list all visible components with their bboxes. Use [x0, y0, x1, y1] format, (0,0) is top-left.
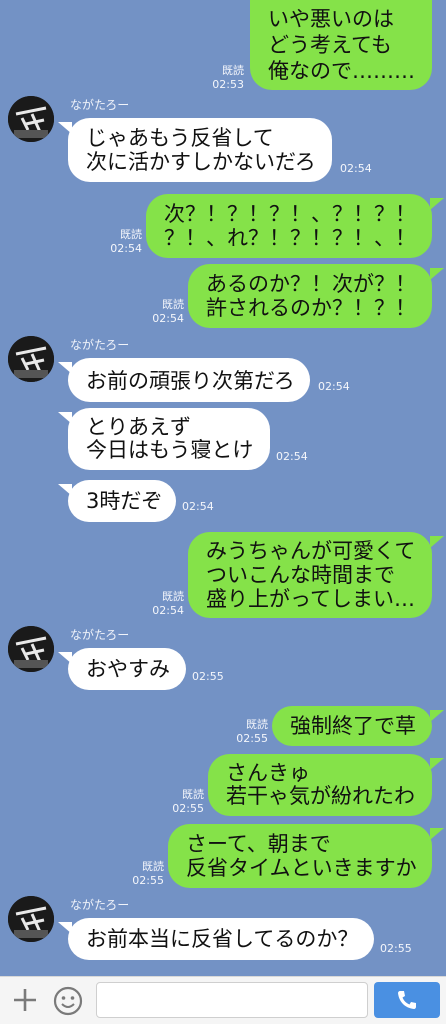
- read-label: 既読: [162, 590, 184, 603]
- message-line: 俺なので………: [268, 59, 415, 83]
- read-label: 既読: [142, 860, 164, 873]
- read-receipt: 既読 02:53: [200, 64, 244, 92]
- avatar-icon: [8, 626, 54, 672]
- read-label: 既読: [182, 788, 204, 801]
- message-line: 3時だぞ: [86, 489, 163, 513]
- message-time: 02:54: [110, 242, 142, 255]
- message-line: 反省タイムといきますか: [186, 856, 417, 880]
- bubble-tail: [430, 758, 444, 770]
- message-time: 02:55: [380, 942, 412, 955]
- message-bubble-mine[interactable]: さんきゅ 若干ゃ気が紛れたわ: [208, 754, 432, 816]
- message-bubble-theirs[interactable]: じゃあもう反省して 次に活かすしかないだろ: [68, 118, 332, 182]
- message-line: どう考えても: [268, 33, 392, 57]
- avatar-icon: [8, 96, 54, 142]
- message-line: お前の頑張り次第だろ: [86, 369, 295, 393]
- message-line: あるのか？！次が？！: [206, 272, 416, 296]
- emoji-icon[interactable]: [52, 985, 84, 1017]
- message-line: 許されるのか？！？！: [206, 296, 416, 320]
- message-bubble-mine[interactable]: あるのか？！次が？！ 許されるのか？！？！: [188, 264, 432, 328]
- message-line: とりあえず: [86, 415, 191, 439]
- sender-name: ながたろー: [70, 898, 130, 912]
- avatar[interactable]: [8, 896, 54, 942]
- message-time: 02:55: [132, 874, 164, 887]
- read-receipt: 既読 02:55: [158, 788, 204, 816]
- message-time: 02:54: [152, 312, 184, 325]
- bubble-tail: [430, 710, 444, 722]
- avatar-icon: [8, 336, 54, 382]
- message-bubble-mine[interactable]: みうちゃんが可愛くて ついこんな時間まで 盛り上がってしまい…: [188, 532, 432, 618]
- message-time: 02:54: [276, 450, 308, 463]
- message-input[interactable]: [96, 982, 368, 1018]
- message-line: 今日はもう寝とけ: [86, 438, 254, 462]
- message-line: 強制終了で草: [290, 714, 416, 738]
- message-bubble-mine[interactable]: 次？！？！？！、？！？！ ？！、れ？！？！？！、！: [146, 194, 432, 258]
- read-receipt: 既読 02:55: [118, 860, 164, 888]
- read-receipt: 既読 02:54: [138, 298, 184, 326]
- sender-name: ながたろー: [70, 338, 130, 352]
- message-line: さんきゅ: [226, 761, 310, 785]
- sender-name: ながたろー: [70, 98, 130, 112]
- read-label: 既読: [162, 298, 184, 311]
- plus-icon[interactable]: [10, 985, 40, 1015]
- read-label: 既読: [246, 718, 268, 731]
- message-line: ？！、れ？！？！？！、！: [164, 226, 416, 250]
- message-bubble-mine[interactable]: 強制終了で草: [272, 706, 432, 746]
- avatar[interactable]: [8, 336, 54, 382]
- message-line: 若干ゃ気が紛れたわ: [226, 784, 415, 808]
- message-bubble-theirs[interactable]: おやすみ: [68, 648, 186, 690]
- message-line: お前本当に反省してるのか？: [86, 927, 359, 951]
- bubble-tail: [430, 828, 444, 840]
- message-line: じゃあもう反省して: [86, 126, 274, 150]
- message-line: ついこんな時間まで: [206, 563, 395, 587]
- message-bubble-mine[interactable]: さーて、朝まで 反省タイムといきますか: [168, 824, 432, 888]
- message-time: 02:54: [318, 380, 350, 393]
- message-time: 02:55: [172, 802, 204, 815]
- message-time: 02:54: [152, 604, 184, 617]
- message-line: いや悪いのは: [268, 7, 394, 31]
- input-bar: [0, 976, 446, 1024]
- read-label: 既読: [222, 64, 244, 77]
- message-time: 02:53: [212, 78, 244, 91]
- message-line: おやすみ: [86, 657, 170, 681]
- call-button[interactable]: [374, 982, 440, 1018]
- message-line: 盛り上がってしまい…: [206, 587, 415, 611]
- message-bubble-theirs[interactable]: とりあえず 今日はもう寝とけ: [68, 408, 270, 470]
- message-bubble-theirs[interactable]: お前の頑張り次第だろ: [68, 358, 310, 402]
- message-time: 02:55: [192, 670, 224, 683]
- read-receipt: 既読 02:54: [96, 228, 142, 256]
- bubble-tail: [430, 198, 444, 210]
- read-receipt: 既読 02:54: [138, 590, 184, 618]
- bubble-tail: [430, 536, 444, 548]
- message-time: 02:55: [236, 732, 268, 745]
- phone-icon: [398, 991, 416, 1009]
- message-line: みうちゃんが可愛くて: [206, 539, 416, 563]
- chat-area[interactable]: いや悪いのは どう考えても 俺なので……… 既読 02:53 ながたろー じゃあ…: [0, 0, 446, 976]
- bubble-tail: [430, 268, 444, 280]
- avatar[interactable]: [8, 626, 54, 672]
- sender-name: ながたろー: [70, 628, 130, 642]
- message-bubble-theirs[interactable]: 3時だぞ: [68, 480, 176, 522]
- message-line: さーて、朝まで: [186, 832, 331, 856]
- avatar-icon: [8, 896, 54, 942]
- avatar[interactable]: [8, 96, 54, 142]
- message-bubble-mine[interactable]: いや悪いのは どう考えても 俺なので………: [250, 0, 432, 90]
- read-label: 既読: [120, 228, 142, 241]
- message-bubble-theirs[interactable]: お前本当に反省してるのか？: [68, 918, 374, 960]
- message-time: 02:54: [182, 500, 214, 513]
- message-line: 次？！？！？！、？！？！: [164, 202, 416, 226]
- message-line: 次に活かすしかないだろ: [86, 150, 316, 174]
- read-receipt: 既読 02:55: [222, 718, 268, 746]
- message-time: 02:54: [340, 162, 372, 175]
